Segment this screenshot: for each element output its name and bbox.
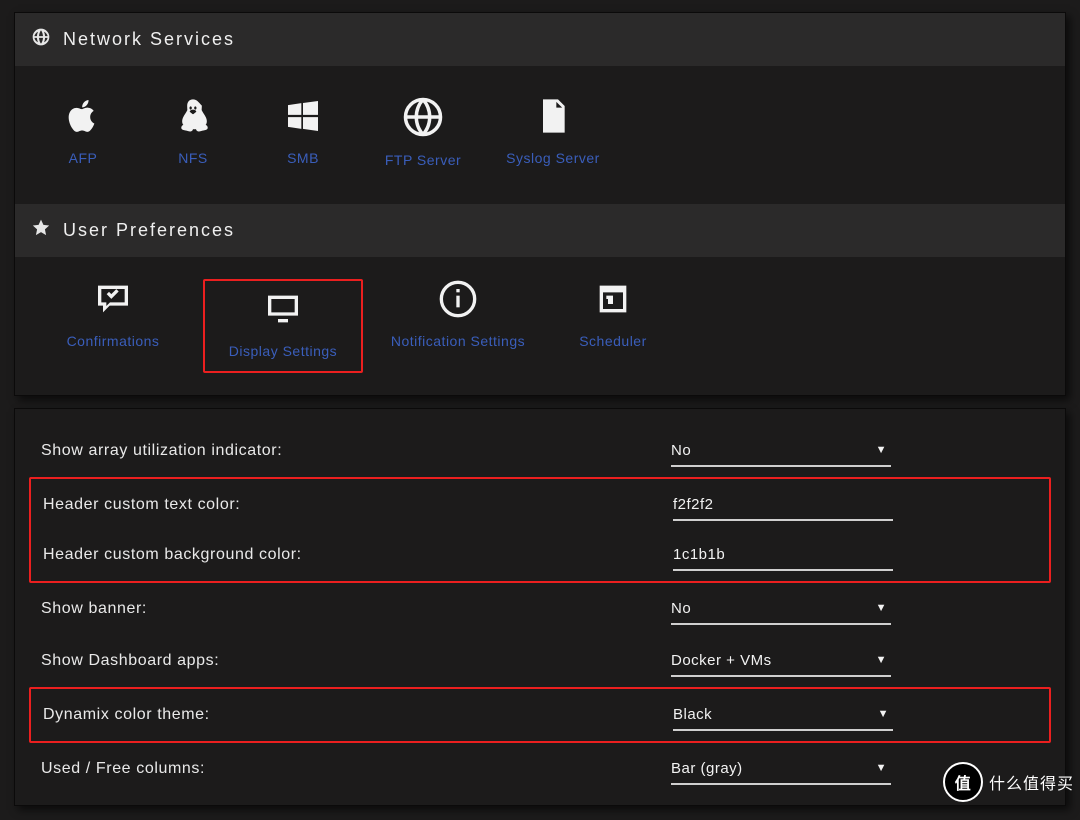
tile-confirmations-label: Confirmations [33,333,193,349]
user-preferences-header: User Preferences [15,204,1065,257]
select-dashboard-apps[interactable]: Docker + VMs ▼ [671,646,891,677]
chevron-down-icon: ▼ [876,762,887,774]
tile-syslog-label: Syslog Server [493,150,613,166]
tile-nfs[interactable]: NFS [143,96,243,168]
network-globe-icon [363,96,483,138]
tile-afp-label: AFP [33,150,133,166]
tile-syslog[interactable]: Syslog Server [493,96,613,168]
chevron-down-icon: ▼ [876,602,887,614]
select-used-free-cols-value: Bar (gray) [671,760,743,777]
row-array-utilization: Show array utilization indicator: No ▼ [29,425,1051,477]
info-icon [373,279,543,319]
network-services-panel: Network Services AFP NFS SMB FTP Server [14,12,1066,396]
label-dashboard-apps: Show Dashboard apps: [41,652,671,670]
user-preferences-tiles: Confirmations Display Settings Notificat… [15,257,1065,395]
label-used-free-cols: Used / Free columns: [41,760,671,778]
select-array-utilization-value: No [671,442,691,459]
tile-display-settings-label: Display Settings [211,343,355,359]
watermark-badge: 值 [943,762,983,802]
apple-icon [33,96,133,136]
tile-scheduler[interactable]: Scheduler [553,279,673,373]
highlight-color-theme: Dynamix color theme: Black ▼ [29,687,1051,743]
tile-display-settings[interactable]: Display Settings [203,279,363,373]
tile-afp[interactable]: AFP [33,96,133,168]
row-show-banner: Show banner: No ▼ [29,583,1051,635]
row-color-theme: Dynamix color theme: Black ▼ [43,693,1037,737]
select-array-utilization[interactable]: No ▼ [671,436,891,467]
tile-confirmations[interactable]: Confirmations [33,279,193,373]
label-show-banner: Show banner: [41,600,671,618]
chevron-down-icon: ▼ [876,654,887,666]
calendar-icon [553,279,673,319]
tile-smb[interactable]: SMB [253,96,353,168]
label-header-text-color: Header custom text color: [43,496,673,514]
linux-icon [143,96,243,136]
tile-notification-settings-label: Notification Settings [373,333,543,349]
row-dashboard-apps: Show Dashboard apps: Docker + VMs ▼ [29,635,1051,687]
row-header-bg-color: Header custom background color: [43,533,1037,577]
user-preferences-title: User Preferences [63,220,235,241]
select-color-theme[interactable]: Black ▼ [673,700,893,731]
select-used-free-cols[interactable]: Bar (gray) ▼ [671,754,891,785]
star-icon [31,218,51,243]
network-services-title: Network Services [63,29,235,50]
tile-smb-label: SMB [253,150,353,166]
label-color-theme: Dynamix color theme: [43,706,673,724]
input-header-text-color-wrap [673,490,893,521]
label-array-utilization: Show array utilization indicator: [41,442,671,460]
chevron-down-icon: ▼ [876,444,887,456]
select-dashboard-apps-value: Docker + VMs [671,652,772,669]
input-header-text-color[interactable] [673,496,893,513]
tile-nfs-label: NFS [143,150,243,166]
windows-icon [253,96,353,136]
tile-ftp-label: FTP Server [363,152,483,168]
check-bubble-icon [33,279,193,319]
display-settings-form: Show array utilization indicator: No ▼ H… [14,408,1066,806]
highlight-header-colors: Header custom text color: Header custom … [29,477,1051,583]
input-header-bg-color[interactable] [673,546,893,563]
label-header-bg-color: Header custom background color: [43,546,673,564]
watermark-text: 什么值得买 [989,770,1074,794]
chevron-down-icon: ▼ [878,708,889,720]
watermark: 值 什么值得买 [943,762,1074,802]
network-services-tiles: AFP NFS SMB FTP Server Syslog Server [15,66,1065,204]
select-color-theme-value: Black [673,706,712,723]
row-used-free-cols: Used / Free columns: Bar (gray) ▼ [29,743,1051,795]
select-show-banner[interactable]: No ▼ [671,594,891,625]
select-show-banner-value: No [671,600,691,617]
tile-ftp[interactable]: FTP Server [363,96,483,168]
tile-notification-settings[interactable]: Notification Settings [373,279,543,373]
monitor-icon [211,289,355,329]
row-header-text-color: Header custom text color: [43,483,1037,527]
globe-icon [31,27,51,52]
tile-scheduler-label: Scheduler [553,333,673,349]
document-icon [493,96,613,136]
input-header-bg-color-wrap [673,540,893,571]
network-services-header: Network Services [15,13,1065,66]
